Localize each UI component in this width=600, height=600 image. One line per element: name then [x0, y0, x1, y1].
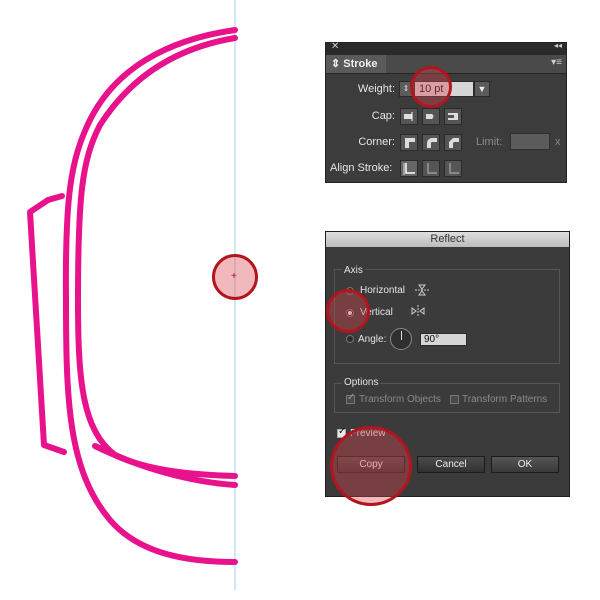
weight-dropdown-button[interactable]: ▼ — [474, 81, 490, 97]
panel-menu-icon[interactable]: ▾≡ — [551, 57, 562, 68]
dialog-title[interactable]: Reflect — [326, 232, 569, 247]
angle-input[interactable]: 90° — [420, 333, 467, 346]
ok-button[interactable]: OK — [491, 456, 559, 473]
bevel-join-icon[interactable] — [444, 134, 462, 151]
cap-label: Cap: — [371, 110, 395, 122]
reflect-origin-crosshair-icon: + — [231, 271, 237, 282]
stroke-panel: ✕ ◂◂ ⇕ Stroke ▾≡ Weight: ⇕ 10 pt ▼ Cap: … — [325, 41, 567, 183]
align-stroke-outside-icon[interactable] — [444, 160, 462, 177]
horizontal-axis-icon — [414, 283, 430, 302]
angle-label: Angle: — [358, 334, 387, 345]
align-stroke-label: Align Stroke: — [330, 162, 393, 174]
visor-bottom-path[interactable] — [92, 443, 238, 488]
vertical-option-highlight — [326, 289, 370, 333]
transform-objects-label: Transform Objects — [359, 394, 441, 405]
visor-top-path[interactable] — [45, 193, 65, 203]
weight-label: Weight: — [357, 83, 395, 95]
panel-tab-row: ⇕ Stroke ▾≡ — [326, 55, 566, 74]
butt-cap-icon[interactable] — [400, 108, 418, 125]
projecting-cap-icon[interactable] — [444, 108, 462, 125]
transform-patterns-checkbox[interactable] — [450, 395, 459, 404]
collapse-panel-icon[interactable]: ◂◂ — [554, 41, 562, 50]
transform-objects-checkbox[interactable]: ✓ — [346, 392, 355, 404]
round-join-icon[interactable] — [422, 134, 440, 151]
weight-highlight — [410, 66, 452, 108]
round-cap-icon[interactable] — [422, 108, 440, 125]
vertical-axis-icon — [410, 304, 426, 323]
limit-suffix: x — [555, 136, 561, 148]
miter-limit-input[interactable] — [510, 133, 550, 150]
copy-button-highlight — [330, 426, 412, 506]
angle-radio[interactable] — [346, 335, 354, 343]
tab-stroke[interactable]: ⇕ Stroke — [326, 55, 386, 73]
angle-dial[interactable] — [390, 328, 412, 350]
align-stroke-center-icon[interactable] — [400, 160, 418, 177]
panel-title-bar[interactable]: ✕ ◂◂ — [326, 41, 566, 55]
horizontal-label: Horizontal — [360, 285, 406, 296]
close-icon[interactable]: ✕ — [331, 41, 339, 52]
limit-label: Limit: — [476, 136, 503, 148]
options-label: Options — [342, 377, 381, 388]
tab-stroke-label: Stroke — [343, 58, 378, 70]
axis-label: Axis — [342, 265, 365, 276]
cancel-button[interactable]: Cancel — [417, 456, 485, 473]
corner-label: Corner: — [358, 136, 395, 148]
align-stroke-inside-icon[interactable] — [422, 160, 440, 177]
miter-join-icon[interactable] — [400, 134, 418, 151]
visor-side-path[interactable] — [27, 197, 67, 455]
transform-patterns-label: Transform Patterns — [462, 394, 548, 405]
